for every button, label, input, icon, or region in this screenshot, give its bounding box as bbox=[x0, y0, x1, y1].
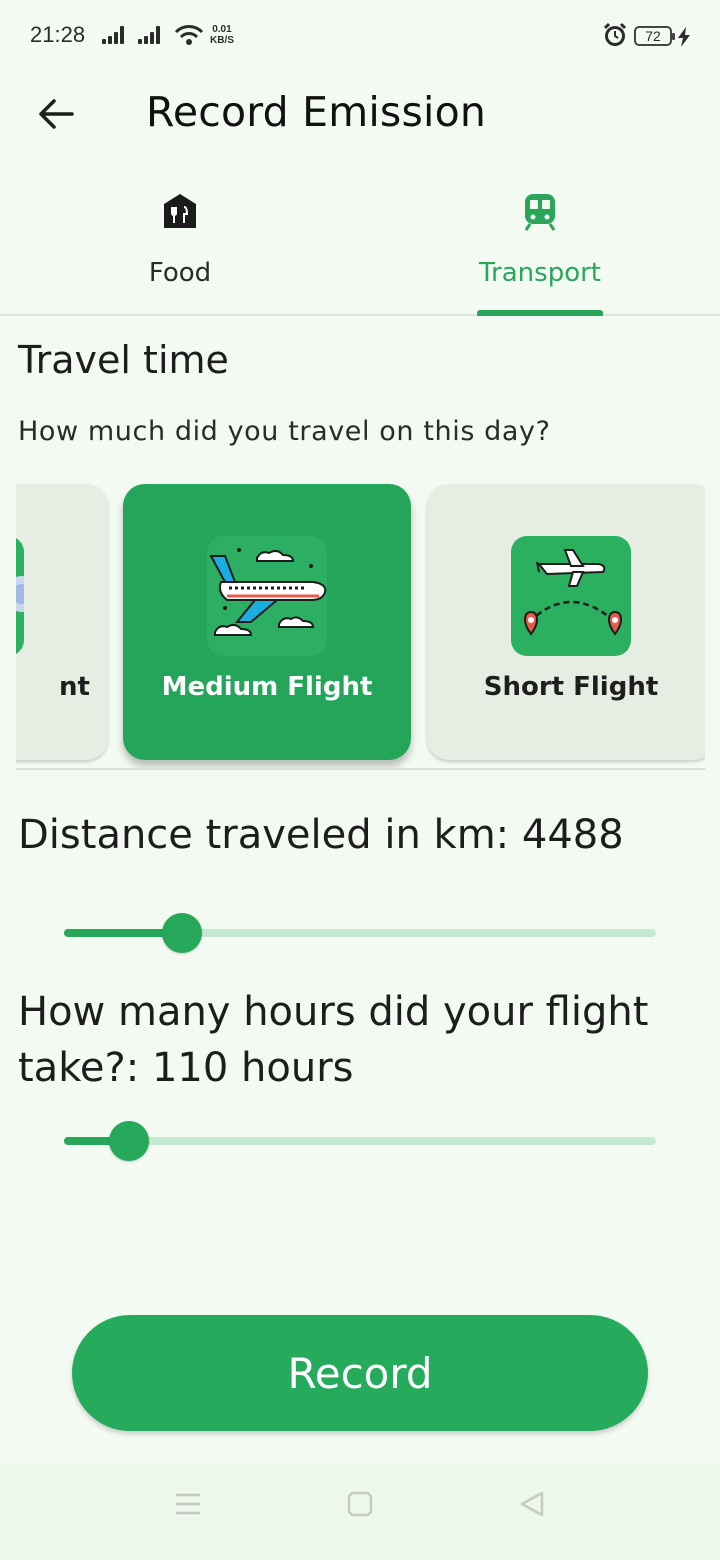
charging-bolt-icon bbox=[678, 27, 690, 47]
short-flight-icon bbox=[511, 536, 631, 656]
signal-strength-icon bbox=[102, 26, 128, 44]
slider-track bbox=[64, 1137, 656, 1145]
back-triangle-icon[interactable] bbox=[518, 1490, 546, 1518]
menu-icon[interactable] bbox=[174, 1490, 202, 1518]
tab-transport-label: Transport bbox=[478, 258, 601, 288]
restaurant-icon bbox=[164, 194, 196, 228]
signal-strength-icon bbox=[138, 26, 164, 44]
travel-option-medium-flight[interactable]: Medium Flight bbox=[123, 484, 411, 760]
back-button[interactable] bbox=[30, 88, 82, 140]
short-flight-graphic bbox=[523, 549, 623, 636]
section-question: How much did you travel on this day? bbox=[18, 416, 551, 447]
battery-icon: 72 bbox=[634, 26, 675, 46]
category-tabs: Food Transport bbox=[0, 180, 720, 316]
tab-indicator bbox=[477, 310, 603, 316]
travel-option-label: nt bbox=[59, 672, 90, 702]
distance-slider[interactable] bbox=[64, 913, 656, 953]
travel-option-short-flight[interactable]: Short Flight bbox=[427, 484, 705, 760]
hours-slider[interactable] bbox=[64, 1121, 656, 1161]
long-flight-icon bbox=[16, 536, 40, 656]
arrow-left-icon bbox=[39, 99, 74, 129]
tab-food[interactable]: Food bbox=[0, 180, 360, 314]
tab-food-label: Food bbox=[148, 258, 212, 288]
status-bar: 21:28 0.01 KB/S 72 bbox=[0, 0, 720, 72]
medium-flight-graphic bbox=[209, 548, 327, 636]
slider-thumb[interactable] bbox=[162, 913, 203, 953]
wifi-icon bbox=[174, 25, 204, 45]
hours-label: How many hours did your flight take?: 11… bbox=[18, 989, 649, 1091]
network-speed-unit: KB/S bbox=[210, 35, 234, 46]
status-time: 21:28 bbox=[30, 22, 86, 47]
record-button[interactable]: Record bbox=[72, 1315, 648, 1431]
section-title: Travel time bbox=[18, 338, 229, 382]
tab-transport[interactable]: Transport bbox=[360, 180, 720, 314]
travel-option-long-flight[interactable]: nt bbox=[16, 484, 108, 760]
travel-option-label: Medium Flight bbox=[161, 672, 373, 702]
system-nav-bar bbox=[0, 1464, 720, 1560]
distance-label: Distance traveled in km: 4488 bbox=[18, 812, 624, 858]
train-icon bbox=[524, 194, 556, 231]
slider-thumb[interactable] bbox=[109, 1121, 150, 1161]
long-flight-graphic bbox=[16, 576, 40, 612]
network-speed-value: 0.01 bbox=[212, 24, 232, 35]
network-speed: 0.01 KB/S bbox=[210, 24, 234, 46]
alarm-clock-icon bbox=[603, 22, 627, 46]
travel-option-label: Short Flight bbox=[483, 672, 659, 702]
travel-option-carousel[interactable]: nt Medium Flight Short Flight bbox=[16, 474, 705, 770]
medium-flight-icon bbox=[207, 536, 327, 656]
page-title: Record Emission bbox=[146, 88, 487, 136]
home-square-icon[interactable] bbox=[346, 1490, 374, 1518]
